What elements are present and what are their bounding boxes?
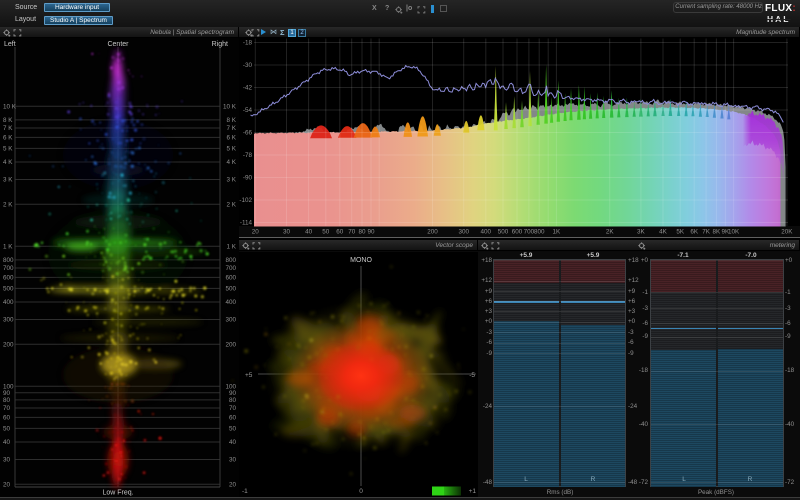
svg-text:+5: +5 bbox=[245, 372, 253, 379]
svg-text:0: 0 bbox=[359, 488, 363, 495]
svg-text:-1: -1 bbox=[242, 488, 248, 495]
svg-text:MONO: MONO bbox=[350, 257, 372, 264]
svg-text:+1: +1 bbox=[469, 488, 477, 495]
svg-text:-5: -5 bbox=[469, 372, 475, 379]
